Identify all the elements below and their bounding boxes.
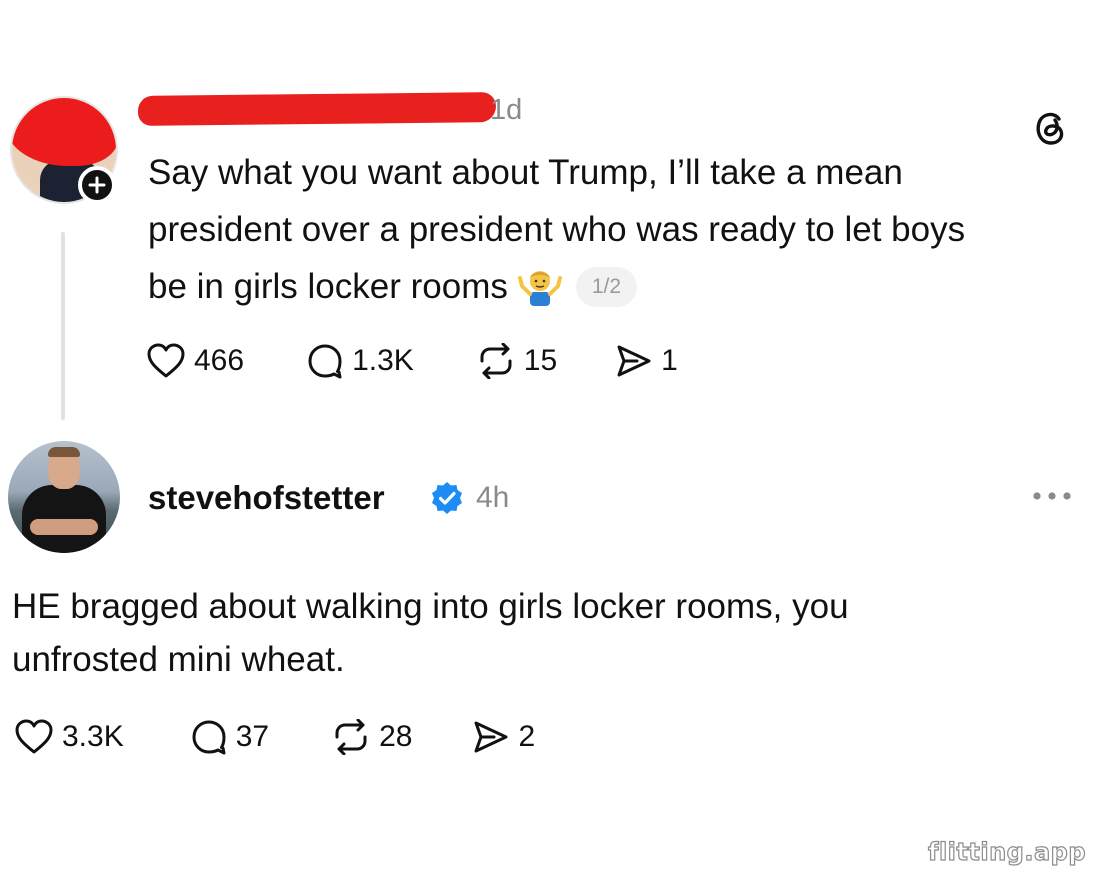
more-options-icon[interactable] [1030,488,1074,504]
share-button[interactable]: 2 [472,719,535,755]
share-count: 2 [518,720,536,753]
heart-icon [15,719,53,754]
repost-icon [335,719,367,755]
reply-count: 37 [235,720,270,753]
reply-text-line: HE bragged about walking into girls lock… [12,587,849,626]
share-count: 1 [661,344,678,377]
post-text-line: Say what you want about Trump, I’ll take… [148,153,903,192]
reply-text-line: unfrosted mini wheat. [12,640,345,679]
follow-button[interactable] [78,166,116,204]
avatar-photo-hair [48,447,80,457]
heart-icon [147,343,185,378]
reply-timestamp: 4h [476,481,510,514]
plus-icon [88,176,106,194]
thread-connector-line [61,232,65,420]
avatar-photo-arms [30,519,98,535]
like-count: 3.3K [62,720,124,753]
reply-button[interactable]: 1.3K [306,342,414,380]
post-text-line: president over a president who was ready… [148,210,966,249]
reply-body: HE bragged about walking into girls lock… [12,580,1072,686]
repost-icon [480,343,512,379]
like-count: 466 [194,344,245,377]
page-indicator: 1/2 [575,266,638,307]
verified-badge-icon [432,482,462,514]
repost-button[interactable]: 28 [331,719,412,755]
post-text-line: be in girls locker rooms [148,267,508,306]
share-button[interactable]: 1 [615,343,678,379]
watermark: flitting.app [927,837,1087,866]
reply-button[interactable]: 37 [190,718,269,756]
comment-icon [308,344,342,379]
reply-author-avatar[interactable] [8,441,120,553]
post-text-line-last: be in girls locker rooms 1/2 [148,258,1088,315]
person-shrugging-emoji-icon [517,270,562,306]
post-timestamp: 1d [490,94,523,126]
post-action-bar: 466 1.3K 15 1 [146,342,678,380]
reply-username[interactable]: stevehofstetter [148,478,385,518]
comment-icon [192,720,226,755]
like-button[interactable]: 466 [146,342,244,380]
reply-action-bar: 3.3K 37 28 2 [14,718,535,756]
author-username-redaction [137,92,497,126]
share-icon [617,345,651,377]
repost-count: 15 [523,344,558,377]
reply-count: 1.3K [352,344,414,377]
repost-button[interactable]: 15 [476,343,557,379]
avatar-redaction [12,98,116,166]
like-button[interactable]: 3.3K [14,718,124,756]
repost-count: 28 [379,720,413,753]
share-icon [474,721,508,753]
post-body: Say what you want about Trump, I’ll take… [148,144,1088,315]
